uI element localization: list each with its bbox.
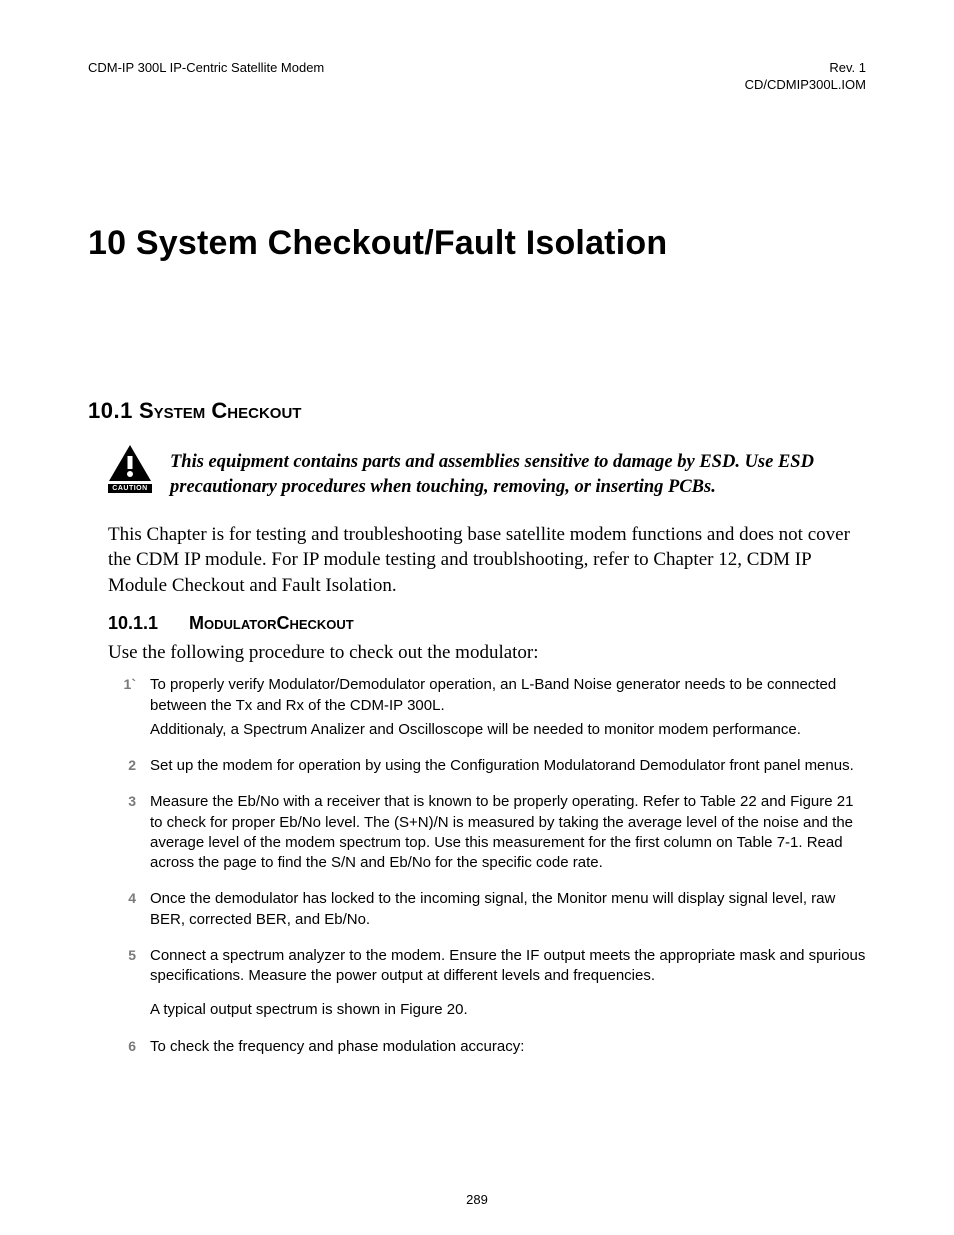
subsection-number: 10.1.1 xyxy=(108,613,184,634)
step-number: 3 xyxy=(108,792,150,811)
page-header: CDM-IP 300L IP-Centric Satellite Modem R… xyxy=(88,60,866,94)
step-para: To properly verify Modulator/Demodulator… xyxy=(150,675,866,716)
caution-label: CAUTION xyxy=(108,484,152,493)
step-number: 4 xyxy=(108,889,150,908)
step-para: Once the demodulator has locked to the i… xyxy=(150,889,866,930)
caution-block: CAUTION This equipment contains parts an… xyxy=(108,444,866,500)
subsection-lead: Use the following procedure to check out… xyxy=(108,640,866,666)
caution-icon: CAUTION xyxy=(108,444,152,493)
step-text: To check the frequency and phase modulat… xyxy=(150,1037,524,1061)
step-number: 2 xyxy=(108,756,150,775)
step-number: 1` xyxy=(108,675,150,694)
section-heading: 10.1 System Checkout xyxy=(88,398,866,424)
step-para: Set up the modem for operation by using … xyxy=(150,756,854,776)
list-item: 6 To check the frequency and phase modul… xyxy=(108,1037,866,1061)
chapter-number: 10 xyxy=(88,224,126,262)
subsection-heading: 10.1.1 ModulatorCheckout xyxy=(108,613,866,634)
section-number: 10.1 xyxy=(88,398,133,423)
subsection-title: ModulatorCheckout xyxy=(189,613,354,633)
list-item: 3 Measure the Eb/No with a receiver that… xyxy=(108,792,866,877)
step-para: Measure the Eb/No with a receiver that i… xyxy=(150,792,866,873)
list-item: 4 Once the demodulator has locked to the… xyxy=(108,889,866,934)
step-text: Set up the modem for operation by using … xyxy=(150,756,854,780)
caution-text: This equipment contains parts and assemb… xyxy=(170,450,866,500)
chapter-title-text: System Checkout/Fault Isolation xyxy=(136,224,667,262)
chapter-title: 10 System Checkout/Fault Isolation xyxy=(88,224,866,263)
step-para: Additionaly, a Spectrum Analizer and Osc… xyxy=(150,720,866,740)
step-text: Connect a spectrum analyzer to the modem… xyxy=(150,946,866,1025)
step-number: 5 xyxy=(108,946,150,965)
header-rev: Rev. 1 xyxy=(745,60,866,77)
step-para: To check the frequency and phase modulat… xyxy=(150,1037,524,1057)
header-doc-id: CD/CDMIP300L.IOM xyxy=(745,77,866,94)
warning-triangle-icon xyxy=(108,444,152,482)
header-left: CDM-IP 300L IP-Centric Satellite Modem xyxy=(88,60,324,94)
step-text: Measure the Eb/No with a receiver that i… xyxy=(150,792,866,877)
list-item: 5 Connect a spectrum analyzer to the mod… xyxy=(108,946,866,1025)
step-text: To properly verify Modulator/Demodulator… xyxy=(150,675,866,744)
step-number: 6 xyxy=(108,1037,150,1056)
page-number: 289 xyxy=(0,1192,954,1207)
header-right: Rev. 1 CD/CDMIP300L.IOM xyxy=(745,60,866,94)
step-text: Once the demodulator has locked to the i… xyxy=(150,889,866,934)
step-para: Connect a spectrum analyzer to the modem… xyxy=(150,946,866,987)
step-para: A typical output spectrum is shown in Fi… xyxy=(150,1000,866,1020)
list-item: 2 Set up the modem for operation by usin… xyxy=(108,756,866,780)
intro-paragraph: This Chapter is for testing and troubles… xyxy=(108,522,866,599)
section-title: System Checkout xyxy=(139,398,302,423)
procedure-list: 1` To properly verify Modulator/Demodula… xyxy=(108,675,866,1061)
list-item: 1` To properly verify Modulator/Demodula… xyxy=(108,675,866,744)
